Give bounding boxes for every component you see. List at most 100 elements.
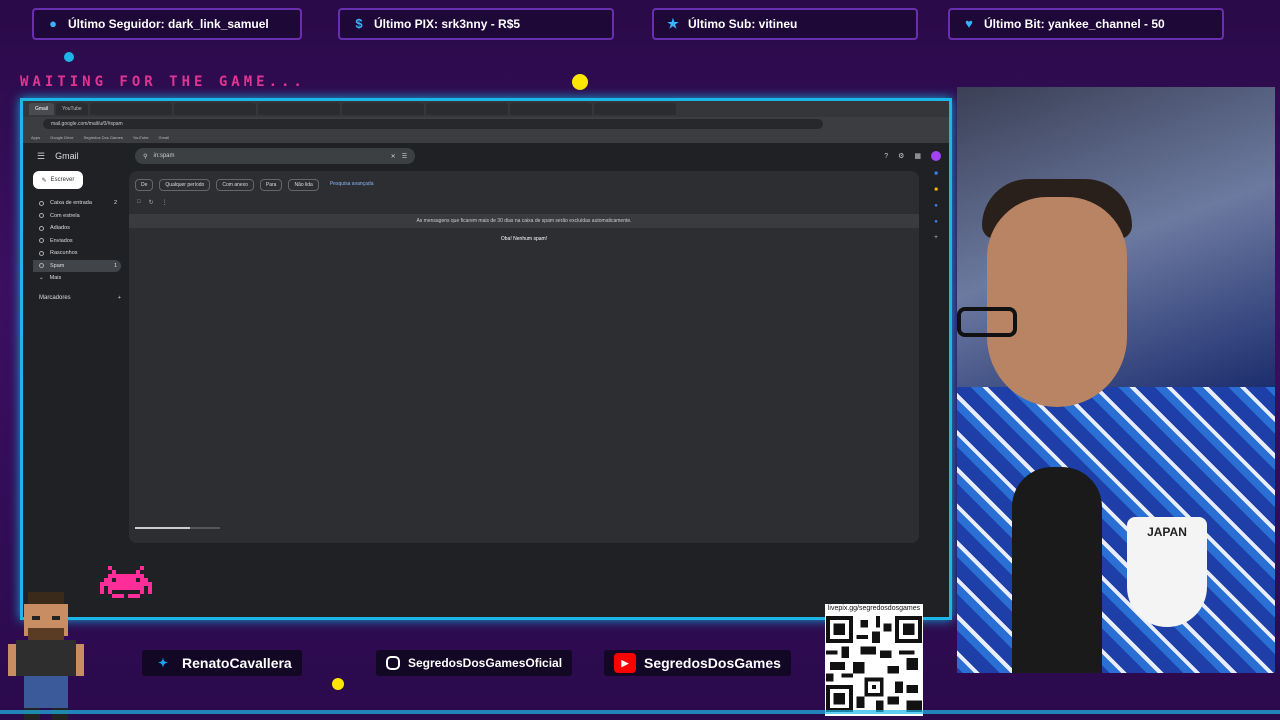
alert-label: Último Seguidor: dark_link_samuel	[68, 17, 269, 31]
select-checkbox[interactable]: □	[137, 199, 141, 206]
browser-tab[interactable]	[509, 103, 592, 115]
alert-label: Último Sub: vitineu	[688, 17, 798, 31]
chevron-down-icon: ⌄	[39, 275, 44, 282]
jersey-crest: JAPAN	[1127, 517, 1207, 627]
social-handle: SegredosDosGames	[644, 655, 781, 671]
sidebar-item-label: Spam	[50, 262, 65, 269]
sidebar-item-label: Mais	[49, 275, 62, 282]
storage-meter	[135, 527, 220, 532]
sidebar-item-more[interactable]: ⌄ Mais	[33, 272, 121, 285]
search-box[interactable]: ⚲ in:spam ✕ ☰	[135, 148, 416, 164]
browser-tab[interactable]	[593, 103, 676, 115]
browser-tab-bar: Gmail YouTube	[23, 101, 949, 117]
pencil-icon: ✎	[41, 177, 47, 184]
spam-notice: As mensagens que ficarem mais de 30 dias…	[129, 214, 919, 228]
compose-label: Escrever	[50, 177, 75, 183]
sidebar-item-label: Caixa de entrada	[50, 200, 92, 207]
search-icon[interactable]: ⚲	[143, 153, 147, 160]
mail-content: De Qualquer período Com anexo Para Não l…	[129, 171, 919, 543]
help-icon[interactable]: ?	[884, 153, 888, 160]
menu-icon[interactable]: ☰	[37, 151, 45, 162]
bookmark-item[interactable]: Gmail	[159, 135, 169, 140]
instagram-icon	[386, 656, 400, 670]
sidebar-item-starred[interactable]: Com estrela	[33, 210, 121, 223]
browser-tab[interactable]	[425, 103, 508, 115]
star-icon: ★	[667, 16, 679, 31]
webcam-glasses	[957, 307, 1017, 337]
alert-label: Último PIX: srk3nny - R$5	[374, 17, 521, 31]
browser-tab[interactable]	[173, 103, 256, 115]
alert-last-pix: $ Último PIX: srk3nny - R$5	[338, 8, 614, 40]
sidebar-item-spam[interactable]: Spam 1	[33, 259, 121, 272]
bookmark-item[interactable]: YouTube	[133, 135, 149, 140]
storage-bar-fill	[135, 527, 191, 529]
social-twitter: ✦ RenatoCavallera	[142, 650, 302, 676]
browser-tab[interactable]	[257, 103, 340, 115]
sidebar-item-count: 2	[113, 200, 117, 207]
dollar-icon: $	[355, 16, 363, 31]
contacts-icon[interactable]: ●	[934, 219, 938, 225]
user-icon: ●	[49, 16, 57, 31]
sidebar-item-drafts[interactable]: Rascunhos	[33, 247, 121, 260]
refresh-icon[interactable]: ↻	[149, 199, 154, 206]
bookmark-item[interactable]: Apps	[31, 135, 40, 140]
add-addon-icon[interactable]: +	[934, 235, 938, 241]
storage-bar	[135, 527, 220, 529]
sidebar-item-label: Adiados	[50, 225, 70, 232]
search-input[interactable]: in:spam	[153, 153, 384, 159]
screen-capture-frame: Gmail YouTube mail.google.com/mail/u/0/#…	[20, 98, 952, 620]
empty-state-text: Oba! Nenhum spam!	[500, 236, 548, 242]
qr-caption: livepix.gg/segredosdosgames	[827, 605, 921, 612]
gear-icon[interactable]: ⚙	[898, 152, 904, 160]
space-invader-icon	[100, 566, 152, 598]
compose-button[interactable]: ✎ Escrever	[33, 171, 83, 189]
filter-chip-unread[interactable]: Não lida	[288, 179, 319, 191]
browser-tab[interactable]: YouTube	[56, 103, 88, 115]
social-handle: RenatoCavallera	[182, 655, 292, 671]
decor-dot	[332, 678, 344, 690]
decor-dot	[64, 52, 74, 62]
browser-tab[interactable]	[89, 103, 172, 115]
filter-chip-attachment[interactable]: Com anexo	[216, 179, 254, 191]
filter-options-icon[interactable]: ☰	[402, 153, 407, 160]
sidebar-item-inbox[interactable]: Caixa de entrada 2	[33, 197, 121, 210]
bookmark-item[interactable]: Google Drive	[50, 135, 73, 140]
heart-icon: ♥	[965, 16, 973, 31]
alert-last-follower: ● Último Seguidor: dark_link_samuel	[32, 8, 302, 40]
keep-icon[interactable]: ■	[934, 187, 938, 193]
advanced-search-link[interactable]: Pesquisa avançada	[325, 179, 379, 191]
webcam-face	[987, 197, 1127, 407]
qr-code-panel: livepix.gg/segredosdosgames	[825, 604, 923, 716]
webcam-shirt	[957, 387, 1275, 673]
url-input[interactable]: mail.google.com/mail/u/0/#spam	[43, 119, 823, 129]
gmail-logo[interactable]: Gmail	[55, 151, 125, 161]
filter-chip-to[interactable]: Para	[259, 179, 283, 191]
sidebar-item-snoozed[interactable]: Adiados	[33, 222, 121, 235]
mail-footer	[135, 527, 911, 532]
sidebar-item-label: Com estrela	[50, 212, 80, 219]
sidebar-item-count: 1	[113, 262, 117, 269]
calendar-icon[interactable]: ■	[934, 171, 938, 177]
clock-icon	[39, 225, 44, 231]
webcam-microphone	[1012, 467, 1102, 673]
more-options-icon[interactable]: ⋮	[162, 199, 168, 206]
filter-chip-date[interactable]: Qualquer período	[159, 179, 211, 191]
apps-grid-icon[interactable]: ▦	[914, 152, 921, 160]
browser-tab[interactable]	[341, 103, 424, 115]
star-outline-icon	[39, 213, 44, 219]
waiting-text: WAITING FOR THE GAME...	[20, 74, 306, 90]
sidebar-item-sent[interactable]: Enviados	[33, 235, 121, 248]
twitter-icon: ✦	[157, 656, 169, 670]
spam-icon	[39, 263, 44, 269]
clear-icon[interactable]: ✕	[391, 153, 396, 160]
avatar[interactable]	[931, 151, 941, 161]
bookmark-item[interactable]: Segredos Dos Games	[83, 135, 122, 140]
sidebar-item-label: Enviados	[50, 237, 73, 244]
browser-tab[interactable]: Gmail	[29, 103, 55, 115]
filter-chip-from[interactable]: De	[135, 179, 154, 191]
bottom-accent-line	[0, 710, 1280, 714]
labels-header: Marcadores	[39, 294, 71, 301]
tasks-icon[interactable]: ●	[934, 203, 938, 209]
add-label-icon[interactable]: +	[118, 295, 121, 301]
gmail-header: ☰ Gmail ⚲ in:spam ✕ ☰ ? ⚙ ▦	[23, 143, 949, 169]
